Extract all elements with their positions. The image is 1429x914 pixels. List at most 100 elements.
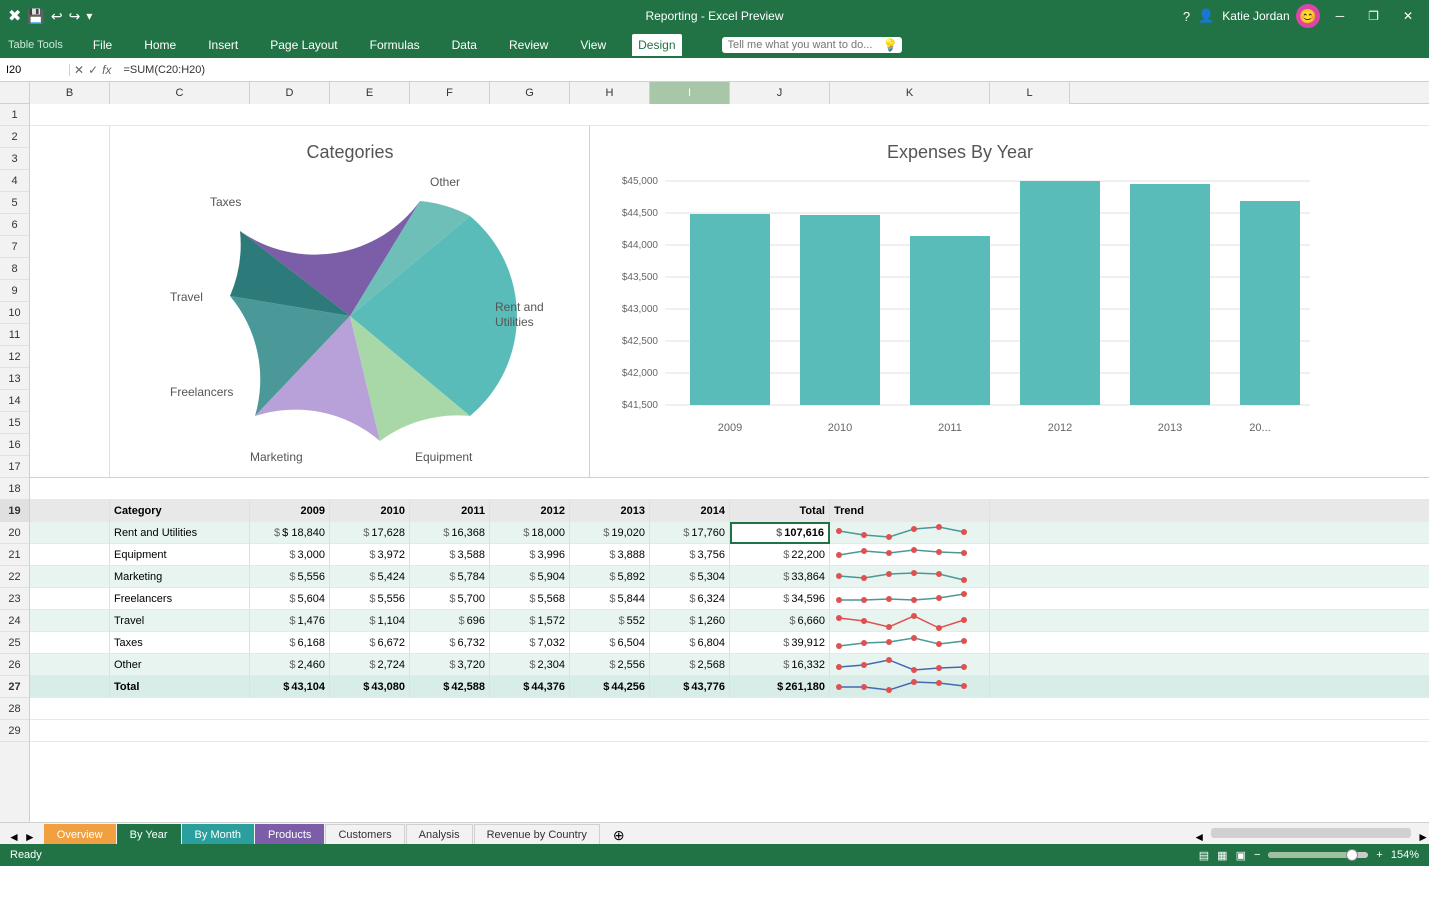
cell-21-2011[interactable]: $ 3,588 (410, 544, 490, 566)
ribbon-tab-insert[interactable]: Insert (202, 34, 244, 56)
cancel-formula-icon[interactable]: ✕ (74, 63, 84, 77)
col-header-D[interactable]: D (250, 82, 330, 104)
row-header-28[interactable]: 28 (0, 698, 29, 720)
bar-2011[interactable] (910, 236, 990, 405)
row-header-27[interactable]: 27 (0, 676, 29, 698)
cell-20-2011[interactable]: $ 16,368 (410, 522, 490, 544)
row-header-3[interactable]: 3 (0, 148, 29, 170)
undo-icon[interactable]: ↩ (51, 8, 63, 25)
data-row-21[interactable]: Equipment $ 3,000 $ 3,972 $ 3,588 $ 3,99… (30, 544, 1429, 566)
row-header-24[interactable]: 24 (0, 610, 29, 632)
ribbon-tab-design[interactable]: Design (632, 34, 681, 56)
row-header-18[interactable]: 18 (0, 478, 29, 500)
help-icon[interactable]: ? (1183, 9, 1190, 24)
zoom-out-icon[interactable]: − (1254, 849, 1260, 861)
cell-26-2013[interactable]: $ 2,556 (570, 654, 650, 676)
row-header-8[interactable]: 8 (0, 258, 29, 280)
cell-22-2014[interactable]: $ 5,304 (650, 566, 730, 588)
data-row-27[interactable]: Total $ 43,104 $ 43,080 $ 42,588 $ 44,37… (30, 676, 1429, 698)
col-header-L[interactable]: L (990, 82, 1070, 104)
cell-24-category[interactable]: Travel (110, 610, 250, 632)
cell-24-2010[interactable]: $ 1,104 (330, 610, 410, 632)
cell-21-2012[interactable]: $ 3,996 (490, 544, 570, 566)
row-header-20[interactable]: 20 (0, 522, 29, 544)
cell-26-2010[interactable]: $ 2,724 (330, 654, 410, 676)
row-header-23[interactable]: 23 (0, 588, 29, 610)
row-header-12[interactable]: 12 (0, 346, 29, 368)
row-header-19[interactable]: 19 (0, 500, 29, 522)
bar-2009[interactable] (690, 214, 770, 405)
cell-20-2014[interactable]: $ 17,760 (650, 522, 730, 544)
row-header-2[interactable]: 2 (0, 126, 29, 148)
ribbon-tab-formulas[interactable]: Formulas (364, 34, 426, 56)
cell-25-2009[interactable]: $ 6,168 (250, 632, 330, 654)
cell-22-2009[interactable]: $ 5,556 (250, 566, 330, 588)
row-header-21[interactable]: 21 (0, 544, 29, 566)
cell-24-total[interactable]: $ 6,660 (730, 610, 830, 632)
cell-26-total[interactable]: $ 16,332 (730, 654, 830, 676)
col-header-J[interactable]: J (730, 82, 830, 104)
col-header-K[interactable]: K (830, 82, 990, 104)
col-header-I[interactable]: I (650, 82, 730, 104)
cell-reference[interactable]: I20 (0, 64, 70, 76)
sheet-tab-customers[interactable]: Customers (325, 824, 404, 844)
cell-26-2009[interactable]: $ 2,460 (250, 654, 330, 676)
close-button[interactable]: ✕ (1395, 9, 1421, 23)
row-header-26[interactable]: 26 (0, 654, 29, 676)
col-header-F[interactable]: F (410, 82, 490, 104)
cell-21-2013[interactable]: $ 3,888 (570, 544, 650, 566)
ribbon-tab-file[interactable]: File (87, 34, 118, 56)
row-header-9[interactable]: 9 (0, 280, 29, 302)
cell-26-category[interactable]: Other (110, 654, 250, 676)
cell-25-2010[interactable]: $ 6,672 (330, 632, 410, 654)
cell-27-2011[interactable]: $ 42,588 (410, 676, 490, 698)
cell-24-2012[interactable]: $ 1,572 (490, 610, 570, 632)
cell-21-total[interactable]: $ 22,200 (730, 544, 830, 566)
ribbon-tab-home[interactable]: Home (138, 34, 182, 56)
col-header-C[interactable]: C (110, 82, 250, 104)
row-header-29[interactable]: 29 (0, 720, 29, 742)
cell-20-2009[interactable]: $$ 18,840 (250, 522, 330, 544)
cell-22-2011[interactable]: $ 5,784 (410, 566, 490, 588)
confirm-formula-icon[interactable]: ✓ (88, 63, 98, 77)
sheet-tab-revenue[interactable]: Revenue by Country (474, 824, 600, 844)
row-header-25[interactable]: 25 (0, 632, 29, 654)
cell-24-2014[interactable]: $ 1,260 (650, 610, 730, 632)
row-header-15[interactable]: 15 (0, 412, 29, 434)
cell-23-2011[interactable]: $ 5,700 (410, 588, 490, 610)
cell-23-2014[interactable]: $ 6,324 (650, 588, 730, 610)
zoom-in-icon[interactable]: + (1376, 849, 1382, 861)
cell-22-2012[interactable]: $ 5,904 (490, 566, 570, 588)
ribbon-tab-data[interactable]: Data (446, 34, 483, 56)
scroll-right-icon[interactable]: ► (24, 830, 36, 844)
row-header-5[interactable]: 5 (0, 192, 29, 214)
cell-22-2013[interactable]: $ 5,892 (570, 566, 650, 588)
ribbon-tab-pagelayout[interactable]: Page Layout (264, 34, 343, 56)
bar-2010[interactable] (800, 215, 880, 405)
data-row-25[interactable]: Taxes $ 6,168 $ 6,672 $ 6,732 $ 7,032 $ … (30, 632, 1429, 654)
cell-27-total-label[interactable]: Total (110, 676, 250, 698)
sheet-tab-bymonth[interactable]: By Month (182, 824, 254, 844)
col-header-G[interactable]: G (490, 82, 570, 104)
cell-23-total[interactable]: $ 34,596 (730, 588, 830, 610)
cell-23-2012[interactable]: $ 5,568 (490, 588, 570, 610)
scroll-sheets-right-icon[interactable]: ► (1417, 830, 1429, 844)
row-header-13[interactable]: 13 (0, 368, 29, 390)
cell-20-2012[interactable]: $ 18,000 (490, 522, 570, 544)
data-row-24[interactable]: Travel $ 1,476 $ 1,104 $ 696 $ 1,572 $ 5… (30, 610, 1429, 632)
cell-25-2011[interactable]: $ 6,732 (410, 632, 490, 654)
sheet-tab-analysis[interactable]: Analysis (406, 824, 473, 844)
cell-23-2009[interactable]: $ 5,604 (250, 588, 330, 610)
restore-button[interactable]: ❐ (1360, 9, 1387, 23)
cell-25-2013[interactable]: $ 6,504 (570, 632, 650, 654)
cell-27-2009[interactable]: $ 43,104 (250, 676, 330, 698)
cell-27-2014[interactable]: $ 43,776 (650, 676, 730, 698)
row-header-7[interactable]: 7 (0, 236, 29, 258)
cell-24-2011[interactable]: $ 696 (410, 610, 490, 632)
cell-21-category[interactable]: Equipment (110, 544, 250, 566)
data-row-23[interactable]: Freelancers $ 5,604 $ 5,556 $ 5,700 $ 5,… (30, 588, 1429, 610)
row-header-16[interactable]: 16 (0, 434, 29, 456)
sheet-tab-byyear[interactable]: By Year (117, 824, 181, 844)
row-header-6[interactable]: 6 (0, 214, 29, 236)
cell-22-category[interactable]: Marketing (110, 566, 250, 588)
